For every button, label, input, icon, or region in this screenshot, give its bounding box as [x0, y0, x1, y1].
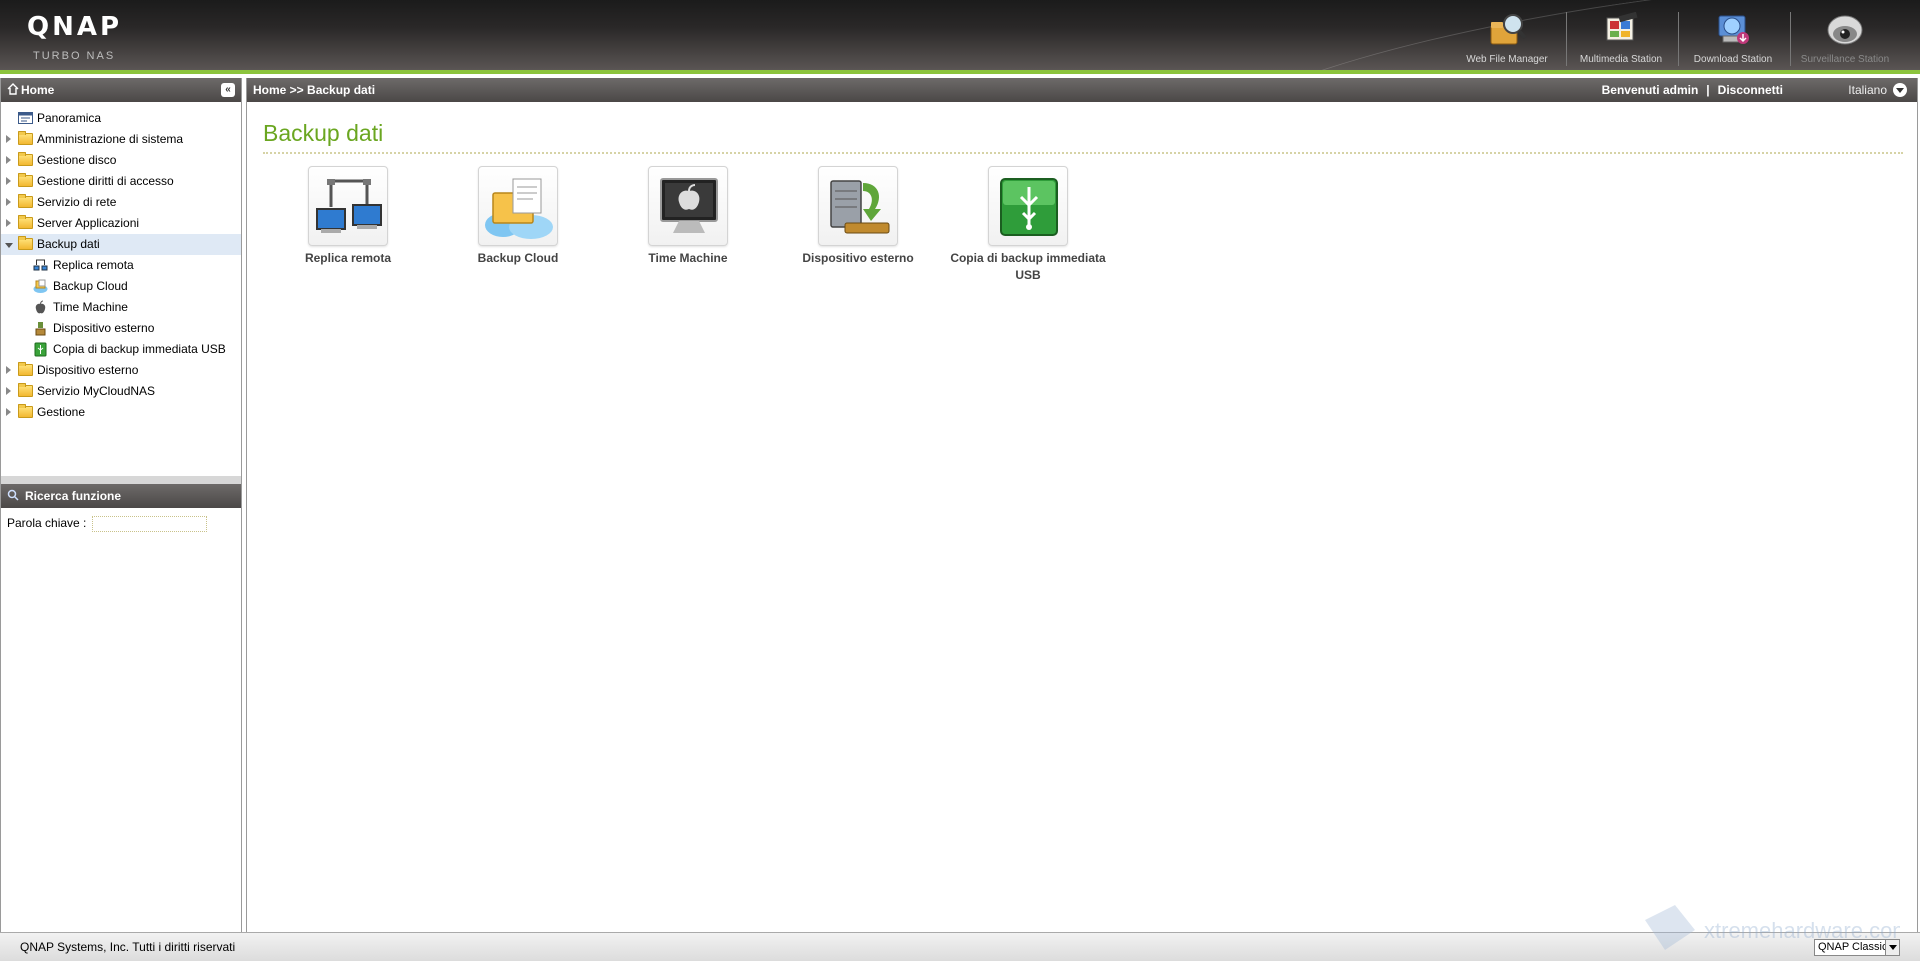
sidebar-item-replica-remota[interactable]: Replica remota: [1, 255, 241, 276]
sidebar-item-backup-dati[interactable]: Backup dati: [1, 234, 241, 255]
overview-icon: [18, 112, 33, 124]
language-label[interactable]: Italiano: [1848, 78, 1887, 102]
sidebar-item-amministrazione[interactable]: Amministrazione di sistema: [1, 129, 241, 150]
tile-label: Replica remota: [304, 251, 392, 265]
sidebar-item-copia-usb[interactable]: Copia di backup immediata USB: [1, 339, 241, 360]
multimedia-station-label: Multimedia Station: [1579, 54, 1663, 65]
cloud-backup-tile-icon: [478, 166, 558, 246]
footer: QNAP Systems, Inc. Tutti i diritti riser…: [0, 932, 1920, 961]
welcome-separator: |: [1706, 83, 1710, 97]
logout-link[interactable]: Disconnetti: [1718, 83, 1783, 97]
download-globe-icon: [1713, 12, 1753, 48]
external-device-tile-icon: [818, 166, 898, 246]
replication-icon: [33, 259, 48, 271]
tile-label: Dispositivo esterno: [802, 251, 914, 265]
expand-arrow-icon[interactable]: [6, 156, 11, 164]
tile-backup-cloud[interactable]: Backup Cloud: [433, 166, 603, 267]
collapse-sidebar-button[interactable]: «: [221, 83, 235, 97]
folder-icon: [18, 215, 33, 229]
sidebar-item-server-applicazioni[interactable]: Server Applicazioni: [1, 213, 241, 234]
external-device-icon: [35, 322, 46, 336]
home-icon: [7, 83, 19, 95]
download-station-label: Download Station: [1693, 54, 1773, 65]
sidebar-item-gestione-disco[interactable]: Gestione disco: [1, 150, 241, 171]
sidebar-item-time-machine[interactable]: Time Machine: [1, 297, 241, 318]
keyword-label: Parola chiave :: [7, 516, 87, 531]
expand-arrow-icon[interactable]: [6, 219, 11, 227]
search-panel: Ricerca funzione Parola chiave :: [1, 476, 241, 540]
tile-replica-remota[interactable]: Replica remota: [263, 166, 433, 267]
expand-arrow-icon[interactable]: [6, 135, 11, 143]
search-icon: [7, 489, 19, 501]
multimedia-station-button[interactable]: Multimedia Station: [1566, 10, 1676, 68]
folder-icon: [18, 194, 33, 208]
sidebar-item-diritti-accesso[interactable]: Gestione diritti di accesso: [1, 171, 241, 192]
folder-icon: [18, 383, 33, 397]
magnifier-folder-icon: [1487, 12, 1527, 48]
breadcrumb[interactable]: Home >> Backup dati: [253, 83, 375, 97]
sidebar-item-dispositivo-esterno-folder[interactable]: Dispositivo esterno: [1, 360, 241, 381]
search-title: Ricerca funzione: [25, 489, 122, 503]
app-header: QNAP TURBO NAS Web File Manager Multimed…: [0, 0, 1920, 74]
expand-arrow-icon[interactable]: [6, 366, 11, 374]
logo-subtitle: TURBO NAS: [33, 50, 116, 62]
panel-divider: [1, 476, 241, 484]
nav-tree: Panoramica Amministrazione di sistema Ge…: [1, 102, 241, 423]
search-row: Parola chiave :: [1, 508, 241, 540]
usb-tile-icon: [988, 166, 1068, 246]
folder-icon: [18, 404, 33, 418]
sidebar-item-dispositivo-esterno[interactable]: Dispositivo esterno: [1, 318, 241, 339]
expand-arrow-icon[interactable]: [6, 177, 11, 185]
folder-icon: [18, 173, 33, 187]
download-station-button[interactable]: Download Station: [1678, 10, 1788, 68]
tile-label: Backup Cloud: [477, 251, 559, 265]
web-file-manager-button[interactable]: Web File Manager: [1452, 10, 1562, 68]
expand-arrow-icon[interactable]: [6, 408, 11, 416]
folder-icon: [18, 131, 33, 145]
watermark-text: xtremehardware.com: [1704, 918, 1900, 943]
surveillance-station-button[interactable]: Surveillance Station: [1790, 10, 1900, 68]
tile-copia-usb[interactable]: Copia di backup immediata USB: [943, 166, 1113, 284]
sidebar-header: Home «: [1, 78, 241, 102]
sidebar-item-servizio-rete[interactable]: Servizio di rete: [1, 192, 241, 213]
multimedia-icon: [1601, 11, 1641, 48]
open-folder-icon: [18, 236, 33, 250]
apple-icon: [35, 300, 46, 314]
left-panel: Home « Panoramica Amministrazione di sis…: [0, 78, 242, 932]
copyright-text: QNAP Systems, Inc. Tutti i diritti riser…: [20, 940, 236, 954]
watermark: xtremehardware.com: [1640, 900, 1911, 958]
sidebar-title: Home: [21, 83, 55, 97]
surveillance-station-label: Surveillance Station: [1800, 54, 1890, 65]
sidebar-item-mycloudnas[interactable]: Servizio MyCloudNAS: [1, 381, 241, 402]
expand-arrow-icon[interactable]: [6, 198, 11, 206]
cloud-backup-icon: [33, 279, 48, 293]
tile-dispositivo-esterno[interactable]: Dispositivo esterno: [773, 166, 943, 267]
replication-tile-icon: [308, 166, 388, 246]
sidebar-item-gestione[interactable]: Gestione: [1, 402, 241, 423]
folder-icon: [18, 362, 33, 376]
welcome-area: Benvenuti admin | Disconnetti: [1598, 78, 1787, 102]
expand-arrow-icon[interactable]: [6, 387, 11, 395]
tile-time-machine[interactable]: Time Machine: [603, 166, 773, 267]
tile-label: Copia di backup immediata USB: [950, 251, 1106, 282]
web-file-manager-label: Web File Manager: [1466, 54, 1548, 65]
top-bar: Home >> Backup dati Benvenuti admin | Disc…: [247, 78, 1917, 102]
welcome-text: Benvenuti admin: [1601, 83, 1699, 97]
tile-label: Time Machine: [648, 251, 728, 265]
page-title: Backup dati: [263, 120, 384, 146]
collapse-arrow-icon[interactable]: [5, 243, 13, 248]
time-machine-tile-icon: [648, 166, 728, 246]
search-header: Ricerca funzione: [1, 484, 241, 508]
language-dropdown-icon[interactable]: [1893, 83, 1907, 97]
folder-icon: [18, 152, 33, 166]
usb-icon: [34, 342, 47, 357]
title-divider: [263, 152, 1903, 154]
camera-icon: [1825, 12, 1865, 48]
qnap-logo: QNAP: [27, 12, 123, 42]
sidebar-item-panoramica[interactable]: Panoramica: [1, 108, 241, 129]
sidebar-item-backup-cloud[interactable]: Backup Cloud: [1, 276, 241, 297]
keyword-input[interactable]: [91, 516, 207, 532]
main-content: Home >> Backup dati Benvenuti admin | Disc…: [246, 78, 1918, 932]
